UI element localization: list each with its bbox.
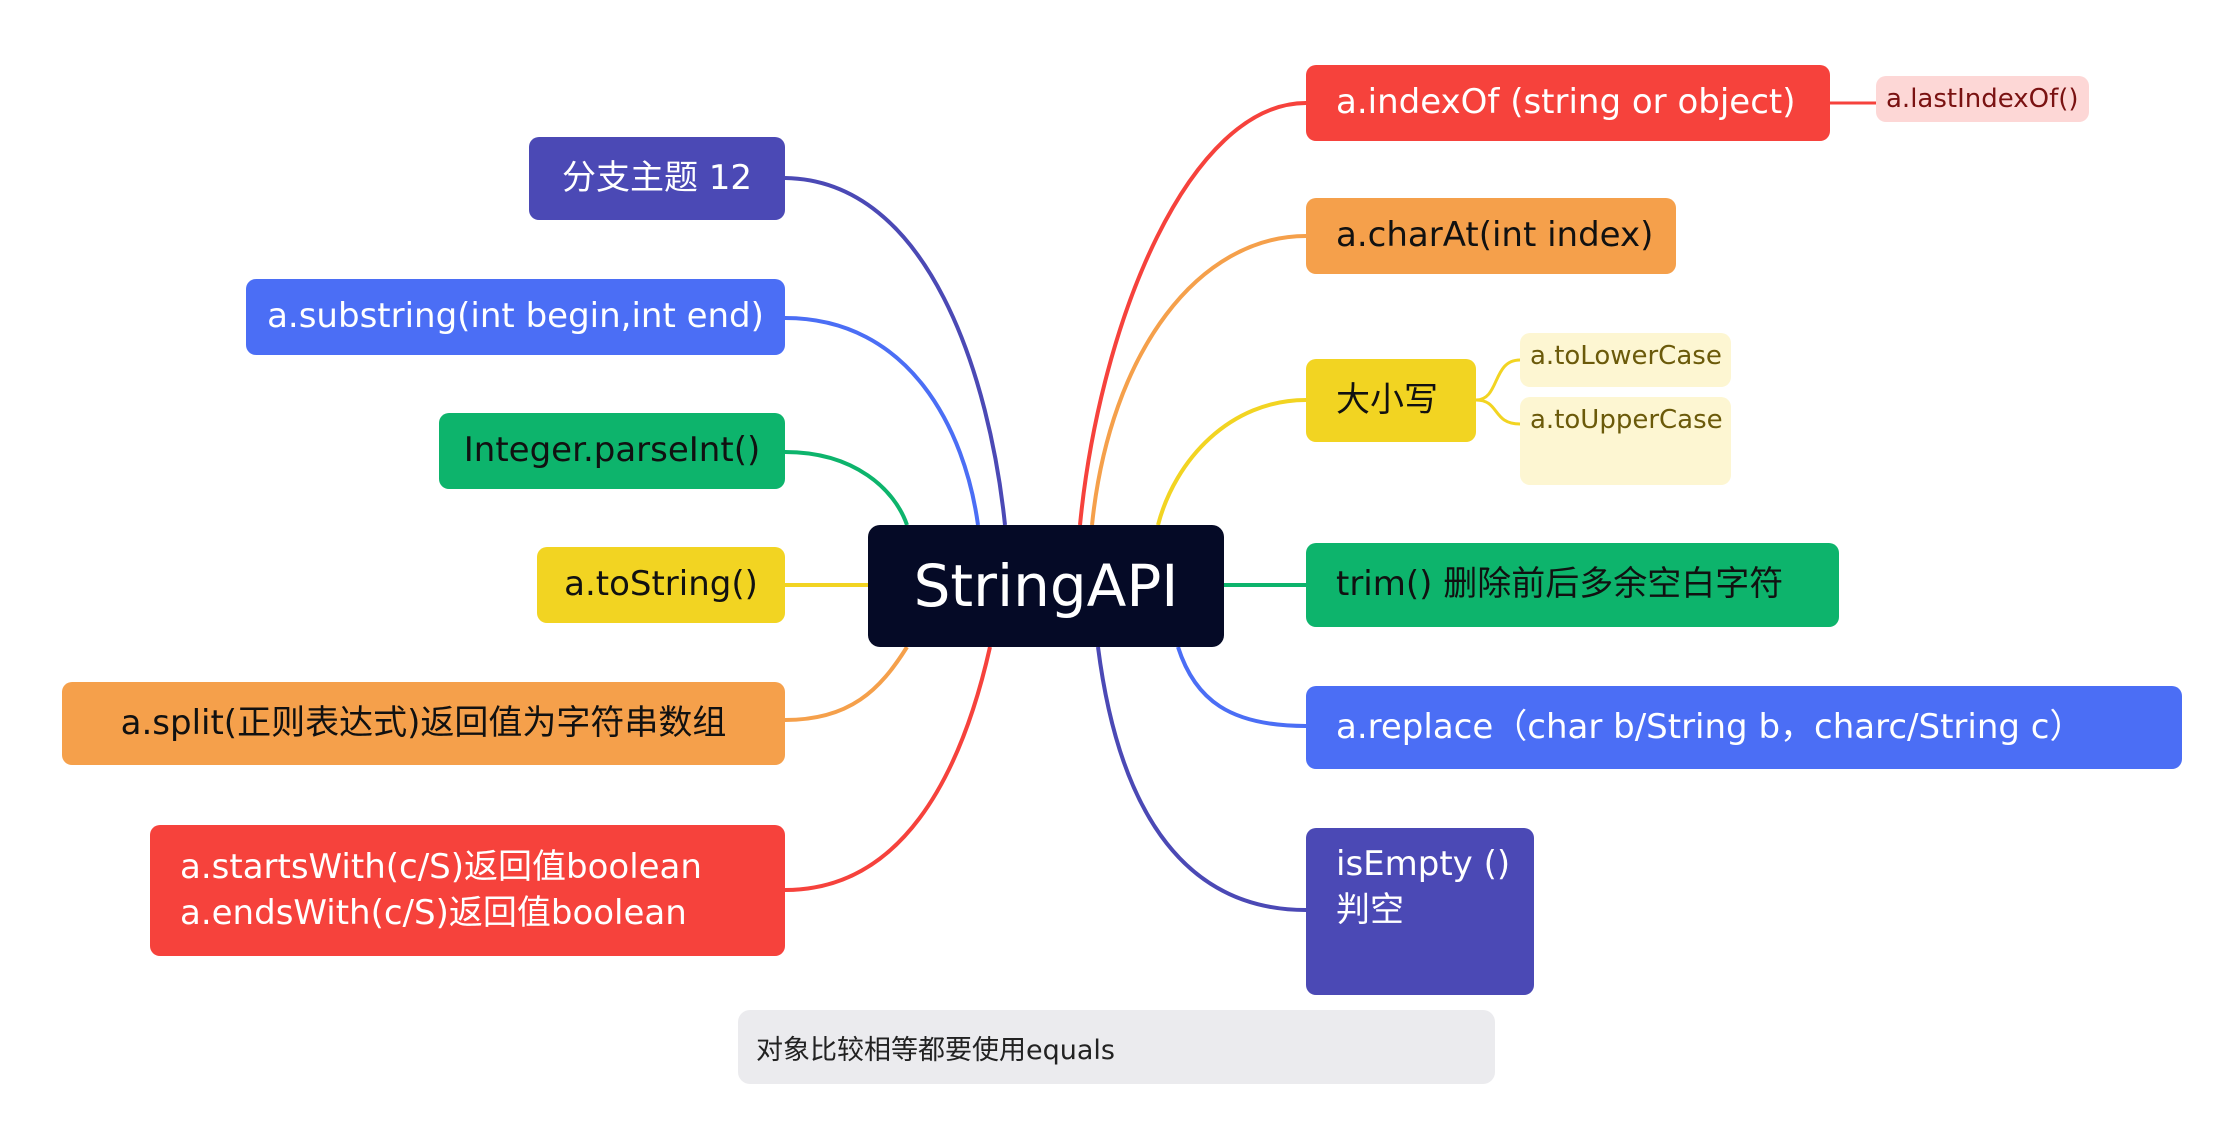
- subtopic-label: a.toUpperCase: [1530, 405, 1723, 435]
- topic-parseint[interactable]: Integer.parseInt(): [439, 413, 785, 489]
- connector-left-5: [784, 645, 909, 722]
- topic-label: Integer.parseInt(): [463, 430, 761, 471]
- topic-charat[interactable]: a.charAt(int index): [1306, 198, 1676, 274]
- subtopic-label: a.toLowerCase: [1530, 341, 1722, 371]
- topic-label: a.indexOf (string or object): [1336, 82, 1796, 123]
- floating-topic-label: 对象比较相等都要使用equals: [756, 1034, 1115, 1066]
- topic-label-line-1: a.startsWith(c/S)返回值boolean: [180, 846, 702, 887]
- topic-label-line-1: isEmpty (): [1336, 844, 1511, 884]
- topic-isempty[interactable]: isEmpty () 判空: [1306, 828, 1534, 995]
- topic-case[interactable]: 大小写: [1306, 359, 1476, 442]
- connector-left-1: [784, 176, 1007, 526]
- topic-label: a.toString(): [564, 564, 758, 605]
- topic-tostring[interactable]: a.toString(): [537, 547, 785, 623]
- floating-topic-equals-note[interactable]: 对象比较相等都要使用equals: [738, 1010, 1495, 1084]
- topic-indexof[interactable]: a.indexOf (string or object): [1306, 65, 1830, 141]
- connector-right-6: [1096, 646, 1307, 912]
- connector-right-2: [1090, 234, 1307, 526]
- topic-label: trim() 删除前后多余空白字符: [1336, 564, 1784, 605]
- connector-sub-upper: [1475, 398, 1521, 426]
- topic-label: 分支主题 12: [561, 157, 753, 198]
- subtopic-lastindexof[interactable]: a.lastIndexOf(): [1876, 76, 2089, 122]
- central-topic[interactable]: StringAPI: [868, 525, 1224, 647]
- topic-replace[interactable]: a.replace（char b/String b，charc/String c…: [1306, 686, 2182, 769]
- central-topic-label: StringAPI: [913, 552, 1179, 620]
- topic-label: 大小写: [1336, 379, 1438, 420]
- subtopic-label: a.lastIndexOf(): [1886, 84, 2079, 114]
- topic-label: a.substring(int begin,int end): [267, 296, 764, 337]
- topic-split[interactable]: a.split(正则表达式)返回值为字符串数组: [62, 682, 785, 765]
- connector-right-3: [1156, 398, 1307, 526]
- topic-label: a.split(正则表达式)返回值为字符串数组: [120, 702, 727, 743]
- topic-label: a.charAt(int index): [1336, 215, 1654, 256]
- topic-startswith-endswith[interactable]: a.startsWith(c/S)返回值boolean a.endsWith(c…: [150, 825, 785, 956]
- connector-right-1: [1078, 101, 1307, 526]
- mind-map-canvas: 分支主题 12 a.substring(int begin,int end) I…: [0, 0, 2234, 1135]
- topic-label-line-2: a.endsWith(c/S)返回值boolean: [180, 892, 687, 933]
- connector-left-3: [784, 450, 909, 526]
- topic-substring[interactable]: a.substring(int begin,int end): [246, 279, 785, 355]
- connector-left-6: [784, 646, 992, 892]
- connector-right-5: [1176, 646, 1307, 728]
- topic-label: a.replace（char b/String b，charc/String c…: [1336, 706, 2084, 747]
- connector-sub-lower: [1475, 358, 1521, 402]
- connector-left-2: [784, 316, 980, 526]
- topic-trim[interactable]: trim() 删除前后多余空白字符: [1306, 543, 1839, 627]
- subtopic-touppercase[interactable]: a.toUpperCase: [1520, 397, 1731, 485]
- topic-label-line-2: 判空: [1336, 889, 1404, 930]
- subtopic-tolowercase[interactable]: a.toLowerCase: [1520, 333, 1731, 387]
- topic-branch-12[interactable]: 分支主题 12: [529, 137, 785, 220]
